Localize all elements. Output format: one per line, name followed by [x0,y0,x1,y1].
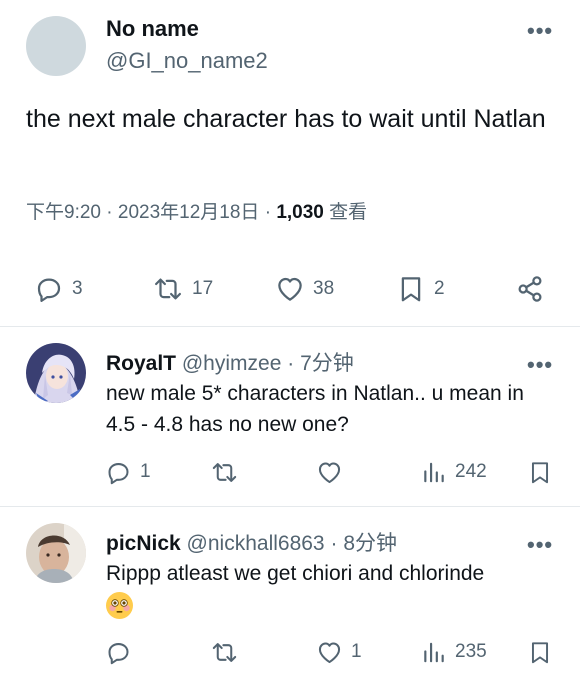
meta-separator: · [287,352,295,375]
like-button[interactable]: 38 [275,269,334,309]
user-handle[interactable]: @hyimzee [182,352,282,375]
user-handle[interactable]: @GI_no_name2 [106,48,268,74]
like-button[interactable]: 1 [316,632,362,672]
views-label: 查看 [329,202,368,223]
reply-tweet[interactable]: picNick @nickhall6863 · 8分钟 ••• Rippp at… [0,507,580,699]
bookmark-icon [401,277,421,302]
meta-separator: · [264,202,277,223]
views-button[interactable]: 242 [421,452,487,492]
display-name[interactable]: RoyalT [106,352,176,375]
heart-icon [278,277,302,301]
more-icon[interactable]: ••• [527,20,553,42]
like-count: 38 [313,278,335,299]
bookmark-icon [531,641,549,663]
display-name[interactable]: picNick [106,532,181,555]
retweet-button[interactable] [210,632,239,672]
bookmark-icon [531,461,549,483]
views-icon [424,642,444,662]
flushed-face-emoji [106,591,133,619]
share-button[interactable] [515,269,545,309]
retweet-icon [212,462,237,482]
reply-header: picNick @nickhall6863 · 8分钟 [106,527,397,557]
like-button[interactable] [316,452,343,492]
avatar-illustration [26,343,86,403]
bookmark-button[interactable] [527,452,553,492]
tweet-actions: 3 17 38 2 [0,269,580,309]
reply-time[interactable]: 8分钟 [343,532,397,555]
more-icon[interactable]: ••• [527,354,553,376]
meta-separator: · [330,532,338,555]
reply-count: 3 [72,278,83,299]
tweet-time[interactable]: 下午9:20 [26,202,101,223]
user-handle[interactable]: @nickhall6863 [187,532,325,555]
tweet-meta: 下午9:20 · 2023年12月18日 · 1,030 查看 [26,197,367,224]
reply-count: 1 [140,461,151,482]
reply-actions: 1 235 [0,632,580,672]
reply-tweet[interactable]: RoyalT @hyimzee · 7分钟 ••• new male 5* ch… [0,327,580,506]
display-name[interactable]: No name [106,16,199,42]
heart-icon [318,641,341,663]
reply-header: RoyalT @hyimzee · 7分钟 [106,347,354,377]
bookmark-button[interactable] [527,632,553,672]
views-icon [424,462,444,482]
more-icon[interactable]: ••• [527,534,553,556]
avatar[interactable] [26,343,86,403]
reply-time[interactable]: 7分钟 [300,352,354,375]
avatar-photo [26,523,86,583]
retweet-icon [155,278,181,300]
views-count: 1,030 [276,202,324,223]
reply-button[interactable]: 3 [34,269,83,309]
retweet-button[interactable] [210,452,239,492]
reply-actions: 1 242 [0,452,580,492]
bookmark-count: 2 [434,278,445,299]
retweet-icon [212,642,237,662]
reply-text: new male 5* characters in Natlan.. u mea… [106,382,524,436]
reply-icon [108,642,129,664]
reply-icon [108,462,129,484]
tweet-text: the next male character has to wait unti… [26,105,546,133]
avatar[interactable] [26,523,86,583]
reply-button[interactable] [105,632,132,672]
views-count: 242 [455,461,487,482]
retweet-count: 17 [192,278,214,299]
reply-button[interactable]: 1 [105,452,151,492]
meta-separator: · [106,202,118,223]
heart-icon [318,461,341,483]
reply-text-block: Rippp atleast we get chiori and chlorind… [106,558,556,620]
views-count: 235 [455,641,487,662]
tweet-date[interactable]: 2023年12月18日 [118,202,260,223]
reply-text: Rippp atleast we get chiori and chlorind… [106,562,485,585]
reply-icon [37,278,61,302]
like-count: 1 [351,641,362,662]
bookmark-button[interactable]: 2 [396,269,445,309]
retweet-button[interactable]: 17 [152,269,213,309]
views-button[interactable]: 235 [421,632,487,672]
share-icon [518,276,542,302]
main-tweet: No name @GI_no_name2 ••• the next male c… [0,0,580,326]
avatar[interactable] [26,16,86,76]
